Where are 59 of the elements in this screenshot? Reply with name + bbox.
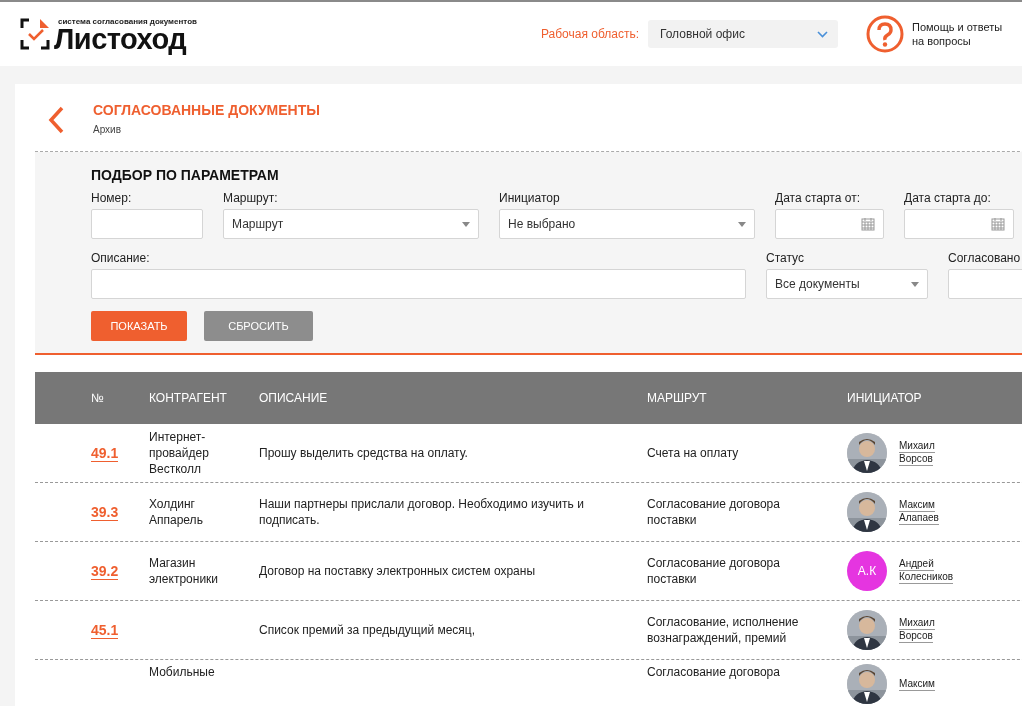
select-field[interactable]: Не выбрано — [499, 209, 755, 239]
help-link[interactable]: Помощь и ответы на вопросы — [912, 20, 1008, 48]
initiator-link[interactable]: Андрей — [899, 558, 934, 571]
initiator-link[interactable]: Максим — [899, 499, 935, 512]
input-field[interactable] — [91, 269, 746, 299]
initiator-link[interactable]: Михаил — [899, 440, 935, 453]
table-cell-text: Мобильные — [149, 664, 216, 680]
help-icon[interactable] — [866, 15, 904, 53]
table-cell-text: Интернет-провайдер Вестколл — [149, 429, 210, 477]
table-cell-text: Наши партнеры прислали договор. Необходимо изучить и подписать. — [259, 496, 585, 528]
field-label: Описание: — [91, 251, 151, 265]
calendar-icon — [861, 217, 875, 231]
column-header[interactable]: ИНИЦИАТОР — [847, 391, 1022, 405]
workspace-select[interactable]: Головной офис — [648, 20, 838, 48]
initiator-link[interactable]: Ворсов — [899, 453, 933, 466]
table-cell-text: Счета на оплату — [647, 445, 740, 461]
initiator-link[interactable]: Максим — [899, 677, 935, 691]
initiator-link[interactable]: Колесников — [899, 571, 954, 584]
column-header[interactable]: № — [35, 391, 149, 405]
field-label: Маршрут: — [223, 191, 279, 205]
page-subtitle: Архив — [93, 124, 123, 135]
field-label: Согласовано — [948, 251, 1022, 265]
table-cell-text: Договор на поставку электронных систем охраны — [259, 563, 537, 579]
initiator-link[interactable]: Алапаев — [899, 512, 939, 525]
select-field[interactable]: Маршрут — [223, 209, 479, 239]
table-cell-text: Согласование договора — [647, 664, 781, 680]
table-cell-text: Согласование договора поставки — [647, 496, 781, 528]
field-label: Статус — [766, 251, 805, 265]
field-label: Дата старта от: — [775, 191, 861, 205]
calendar-icon — [991, 217, 1005, 231]
select-field[interactable]: Все документы — [766, 269, 928, 299]
field-label: Дата старта до: — [904, 191, 992, 205]
table-cell-text: Согласование договора поставки — [647, 555, 781, 587]
field-label: Номер: — [91, 191, 133, 205]
date-field[interactable] — [775, 209, 884, 239]
avatar: А.К — [847, 551, 887, 591]
back-button[interactable] — [47, 106, 65, 134]
workspace-label: Рабочая область: — [540, 27, 639, 41]
caret-icon — [738, 221, 746, 227]
logo-tagline: система согласования документов — [58, 16, 197, 26]
column-header[interactable]: МАРШРУТ — [647, 391, 847, 405]
caret-icon — [911, 281, 919, 287]
column-header[interactable]: ОПИСАНИЕ — [259, 391, 647, 405]
table-cell-text: Магазин электроники — [149, 555, 220, 587]
table-cell-text: Список премий за предыдущий месяц, — [259, 622, 477, 638]
table-cell-text: Холдинг Аппарель — [149, 496, 204, 528]
filter-title: ПОДБОР ПО ПАРАМЕТРАМ — [91, 167, 280, 183]
chevron-down-icon — [817, 30, 828, 38]
initiator-link[interactable]: Михаил — [899, 617, 935, 630]
caret-icon — [462, 221, 470, 227]
table-cell-text: Прошу выделить средства на оплату. — [259, 445, 469, 461]
initiator-link[interactable]: Ворсов — [899, 630, 933, 643]
date-field[interactable] — [904, 209, 1014, 239]
column-header[interactable]: КОНТРАГЕНТ — [149, 391, 259, 405]
input-field[interactable] — [91, 209, 203, 239]
table-cell-text: Согласование, исполнение вознаграждений, премий — [647, 614, 800, 646]
field-label: Инициатор — [499, 191, 561, 205]
page-title: СОГЛАСОВАННЫЕ ДОКУМЕНТЫ — [93, 102, 320, 118]
logo-icon — [20, 18, 50, 50]
